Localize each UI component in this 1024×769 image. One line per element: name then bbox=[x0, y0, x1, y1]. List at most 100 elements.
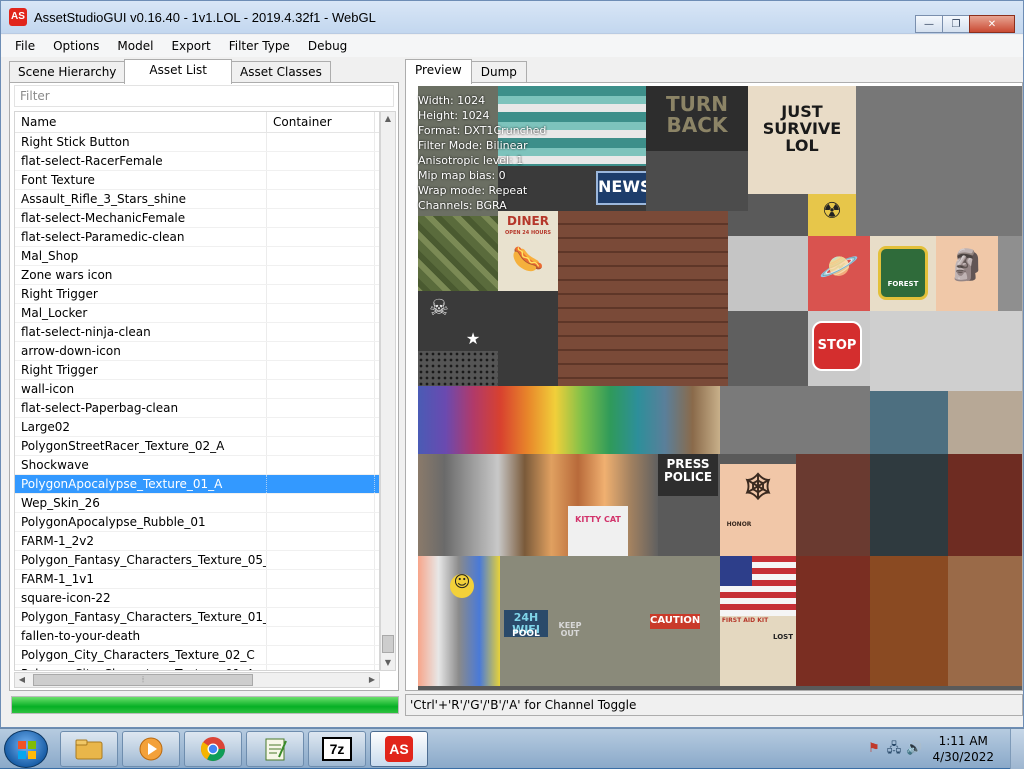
asset-list-row[interactable]: Large02 bbox=[15, 418, 379, 437]
asset-list-row[interactable]: Assault_Rifle_3_Stars_shine bbox=[15, 190, 379, 209]
tab-scene-hierarchy[interactable]: Scene Hierarchy bbox=[9, 61, 126, 83]
clock-time: 1:11 AM bbox=[938, 734, 988, 748]
asset-list-row[interactable]: flat-select-Paperbag-clean bbox=[15, 399, 379, 418]
menu-options[interactable]: Options bbox=[53, 39, 99, 53]
asset-list-row[interactable]: square-icon-22 bbox=[15, 589, 379, 608]
menu-model[interactable]: Model bbox=[117, 39, 153, 53]
asset-list-row[interactable]: Font Texture bbox=[15, 171, 379, 190]
asset-list-row[interactable]: flat-select-ninja-clean bbox=[15, 323, 379, 342]
scroll-down-icon[interactable]: ▼ bbox=[381, 656, 395, 670]
asset-list-row[interactable]: fallen-to-your-death bbox=[15, 627, 379, 646]
texture-tile-concrete-2 bbox=[720, 386, 870, 454]
asset-list-row[interactable]: arrow-down-icon bbox=[15, 342, 379, 361]
asset-extra-cell bbox=[375, 418, 379, 436]
preview-panel: TURN BACK JUST SURVIVE LOL NEWS ☢ DINER bbox=[405, 82, 1023, 691]
asset-list-row[interactable]: Zone wars icon bbox=[15, 266, 379, 285]
tab-dump[interactable]: Dump bbox=[470, 61, 527, 83]
just-survive-text: JUST SURVIVE LOL bbox=[762, 102, 842, 155]
texture-tile-leather bbox=[948, 556, 1022, 686]
asset-name-cell: flat-select-ninja-clean bbox=[15, 323, 267, 341]
scroll-left-icon[interactable]: ◀ bbox=[15, 673, 29, 687]
title-bar[interactable]: AS AssetStudioGUI v0.16.40 - 1v1.LOL - 2… bbox=[1, 1, 1023, 34]
taskbar-media-player[interactable] bbox=[122, 731, 180, 767]
chrome-icon bbox=[200, 737, 225, 762]
column-header-container[interactable]: Container bbox=[267, 112, 375, 132]
filter-input[interactable]: Filter bbox=[14, 85, 394, 107]
asset-name-cell: PolygonApocalypse_Texture_01_A bbox=[15, 475, 267, 493]
taskbar-notepad[interactable] bbox=[246, 731, 304, 767]
flag-canton bbox=[720, 556, 752, 586]
tab-asset-classes[interactable]: Asset Classes bbox=[231, 61, 331, 83]
menu-file[interactable]: File bbox=[15, 39, 35, 53]
asset-list-row[interactable]: flat-select-MechanicFemale bbox=[15, 209, 379, 228]
left-tab-strip: Scene Hierarchy Asset List Asset Classes bbox=[9, 59, 331, 84]
asset-list-row[interactable]: flat-select-RacerFemale bbox=[15, 152, 379, 171]
asset-name-cell: Assault_Rifle_3_Stars_shine bbox=[15, 190, 267, 208]
taskbar-assetstudio[interactable]: AS bbox=[370, 731, 428, 767]
asset-list-row[interactable]: Right Trigger bbox=[15, 285, 379, 304]
asset-extra-cell bbox=[375, 551, 379, 569]
asset-name-cell: Polygon_City_Characters_Texture_02_C bbox=[15, 646, 267, 664]
taskbar-7zip[interactable]: 7z bbox=[308, 731, 366, 767]
asset-list-row[interactable]: FARM-1_1v1 bbox=[15, 570, 379, 589]
menu-filter-type[interactable]: Filter Type bbox=[229, 39, 290, 53]
horizontal-scroll-thumb[interactable]: ⦙ bbox=[33, 674, 253, 686]
asset-list-row[interactable]: Polygon_Fantasy_Characters_Texture_01_A bbox=[15, 608, 379, 627]
texture-tile-flag bbox=[720, 556, 796, 616]
network-icon[interactable]: 🖧 bbox=[886, 741, 902, 757]
asset-list-row[interactable]: Mal_Shop bbox=[15, 247, 379, 266]
asset-container-cell bbox=[267, 285, 375, 303]
column-header-extra[interactable] bbox=[375, 112, 379, 132]
tab-asset-list[interactable]: Asset List bbox=[124, 59, 232, 84]
asset-list-row[interactable]: Right Trigger bbox=[15, 361, 379, 380]
taskbar-chrome[interactable] bbox=[184, 731, 242, 767]
texture-tile-stop: STOP bbox=[808, 311, 870, 386]
minimize-button[interactable]: — bbox=[915, 15, 943, 33]
scroll-right-icon[interactable]: ▶ bbox=[365, 673, 379, 687]
maximize-button[interactable]: ❐ bbox=[942, 15, 970, 33]
windows-logo-icon bbox=[18, 741, 36, 759]
asset-list-vertical-scrollbar[interactable]: ▲ ▼ bbox=[380, 111, 396, 671]
menu-debug[interactable]: Debug bbox=[308, 39, 347, 53]
info-anisotropic: Anisotropic level: 1 bbox=[418, 154, 524, 167]
asset-container-cell bbox=[267, 551, 375, 569]
texture-tile-dark-stone bbox=[870, 454, 948, 556]
action-center-icon[interactable]: ⚑ bbox=[866, 741, 882, 757]
taskbar-explorer[interactable] bbox=[60, 731, 118, 767]
asset-list-row[interactable]: wall-icon bbox=[15, 380, 379, 399]
texture-tile-grill bbox=[418, 351, 498, 386]
texture-tile-blue-panel bbox=[870, 391, 948, 454]
volume-icon[interactable]: 🔊 bbox=[906, 741, 922, 757]
asset-list-row[interactable]: flat-select-Paramedic-clean bbox=[15, 228, 379, 247]
start-button[interactable] bbox=[4, 730, 48, 768]
column-header-name[interactable]: Name bbox=[15, 112, 267, 132]
asset-list-row[interactable]: PolygonApocalypse_Rubble_01 bbox=[15, 513, 379, 532]
tab-preview[interactable]: Preview bbox=[405, 59, 472, 84]
texture-tile-gray-wall bbox=[856, 86, 1022, 236]
asset-extra-cell bbox=[375, 646, 379, 664]
asset-list-row[interactable]: Wep_Skin_26 bbox=[15, 494, 379, 513]
asset-list-row[interactable]: Polygon_City_Characters_Texture_02_C bbox=[15, 646, 379, 665]
press-police-text: PRESS POLICE bbox=[663, 457, 713, 484]
asset-list-row[interactable]: Shockwave bbox=[15, 456, 379, 475]
close-button[interactable]: ✕ bbox=[969, 15, 1015, 33]
asset-extra-cell bbox=[375, 361, 379, 379]
clock[interactable]: 1:11 AM 4/30/2022 bbox=[932, 733, 994, 765]
menu-export[interactable]: Export bbox=[171, 39, 210, 53]
asset-list-horizontal-scrollbar[interactable]: ◀ ⦙ ▶ bbox=[14, 672, 380, 688]
info-wrap-mode: Wrap mode: Repeat bbox=[418, 184, 528, 197]
asset-list-row[interactable]: FARM-1_2v2 bbox=[15, 532, 379, 551]
asset-extra-cell bbox=[375, 456, 379, 474]
asset-list-row[interactable]: Polygon_Fantasy_Characters_Texture_05_C bbox=[15, 551, 379, 570]
news-text: NEWS bbox=[598, 177, 652, 196]
window-controls: — ❐ ✕ bbox=[915, 15, 1015, 33]
asset-list-row[interactable]: Right Stick Button bbox=[15, 133, 379, 152]
vertical-scroll-thumb[interactable] bbox=[382, 635, 394, 653]
asset-list-row[interactable]: PolygonStreetRacer_Texture_02_A bbox=[15, 437, 379, 456]
channel-toggle-hint: 'Ctrl'+'R'/'G'/'B'/'A' for Channel Toggl… bbox=[410, 698, 637, 712]
show-desktop-button[interactable] bbox=[1010, 729, 1024, 769]
scroll-up-icon[interactable]: ▲ bbox=[381, 112, 395, 126]
asset-list-row[interactable]: Polygon_City_Characters_Texture_01_A bbox=[15, 665, 379, 670]
asset-list-row[interactable]: Mal_Locker bbox=[15, 304, 379, 323]
asset-list-row[interactable]: PolygonApocalypse_Texture_01_A bbox=[15, 475, 379, 494]
